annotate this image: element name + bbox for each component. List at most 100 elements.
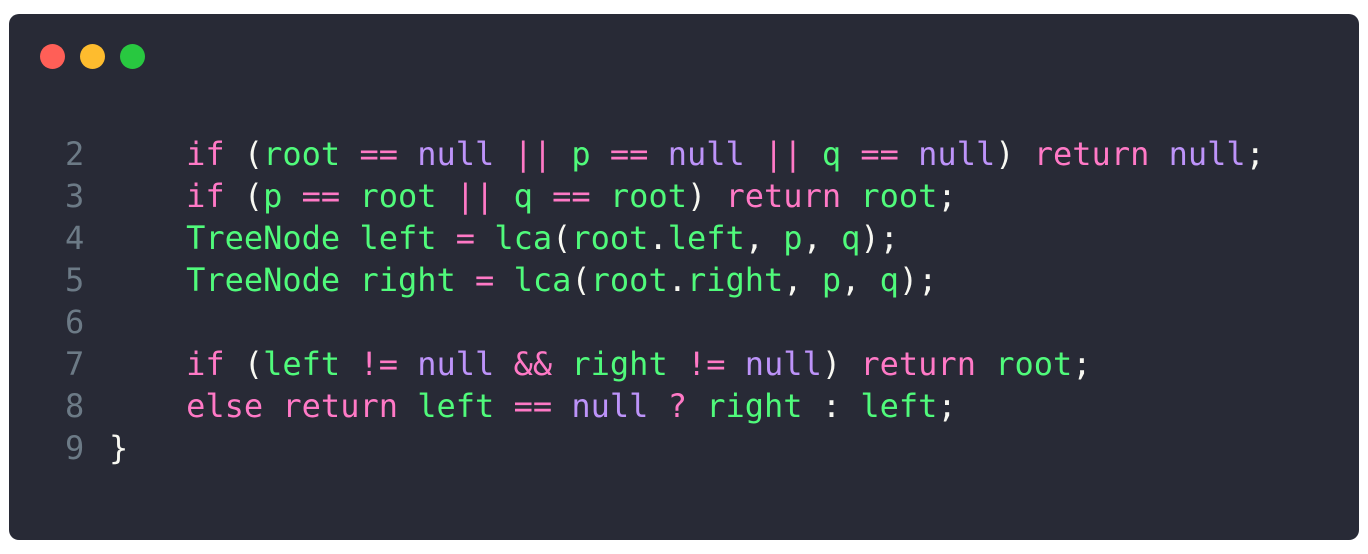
code-token: return	[725, 177, 842, 215]
code-token: root	[263, 135, 341, 173]
code-token: (	[224, 177, 264, 215]
code-token: ||	[513, 135, 553, 173]
code-token: if	[186, 135, 225, 173]
code-token: =	[475, 261, 495, 299]
code-token: )	[686, 177, 726, 215]
code-token: ,	[802, 219, 842, 257]
maximize-window-button[interactable]	[120, 44, 145, 69]
code-token: ;	[1245, 135, 1265, 173]
line-number: 3	[65, 177, 85, 215]
code-token: left	[417, 387, 495, 425]
code-token: (	[571, 261, 591, 299]
code-token: !=	[686, 345, 726, 383]
code-token: null	[417, 135, 495, 173]
code-token: q	[841, 219, 861, 257]
code-token: left	[667, 219, 745, 257]
code-token: ?	[667, 387, 687, 425]
code-token: else	[186, 387, 264, 425]
code-token: ;	[1072, 345, 1092, 383]
code-token: return	[1033, 135, 1150, 173]
close-window-button[interactable]	[40, 44, 65, 69]
code-window: 2 if (root == null || p == null || q == …	[9, 14, 1359, 540]
code-token: p	[783, 219, 803, 257]
code-token: root	[590, 261, 668, 299]
code-token: ;	[937, 387, 957, 425]
code-token: p	[571, 135, 591, 173]
code-token: right	[359, 261, 456, 299]
code-token: .	[648, 219, 668, 257]
code-token: root	[860, 177, 938, 215]
code-token: if	[186, 177, 225, 215]
code-token: p	[821, 261, 842, 299]
line-code: TreeNode left = lca(root.left, p, q);	[109, 217, 899, 259]
code-token: null	[667, 135, 745, 173]
code-token: left	[359, 219, 437, 257]
code-token: ==	[860, 135, 899, 173]
line-code: else return left == null ? right : left;	[109, 385, 957, 427]
code-token: ,	[783, 261, 822, 299]
line-number: 7	[65, 345, 85, 383]
code-token: ,	[744, 219, 784, 257]
code-token: ||	[455, 177, 495, 215]
line-number: 2	[65, 135, 85, 173]
code-token: root	[571, 219, 649, 257]
line-code: if (root == null || p == null || q == nu…	[109, 133, 1265, 175]
code-token: null	[571, 387, 649, 425]
code-token: }	[109, 429, 129, 467]
code-token: (	[552, 219, 572, 257]
code-token: left	[860, 387, 938, 425]
code-token: root	[995, 345, 1073, 383]
code-token: ==	[609, 135, 649, 173]
code-token: null	[918, 135, 996, 173]
code-token: return	[282, 387, 398, 425]
code-token: )	[821, 345, 861, 383]
code-token: TreeNode	[186, 219, 341, 257]
line-code: }	[109, 427, 128, 469]
code-token: )	[995, 135, 1034, 173]
code-token: right	[706, 387, 803, 425]
code-token: right	[686, 261, 784, 299]
line-code: if (left != null && right != null) retur…	[109, 343, 1092, 385]
line-code: if (p == root || q == root) return root;	[109, 175, 957, 217]
code-token: q	[513, 177, 533, 215]
code-token: ==	[301, 177, 341, 215]
code-token: !=	[359, 345, 398, 383]
code-token: .	[667, 261, 687, 299]
minimize-window-button[interactable]	[80, 44, 105, 69]
line-number: 5	[65, 261, 85, 299]
code-token: null	[1168, 135, 1246, 173]
code-token: root	[359, 177, 437, 215]
code-token: return	[860, 345, 976, 383]
